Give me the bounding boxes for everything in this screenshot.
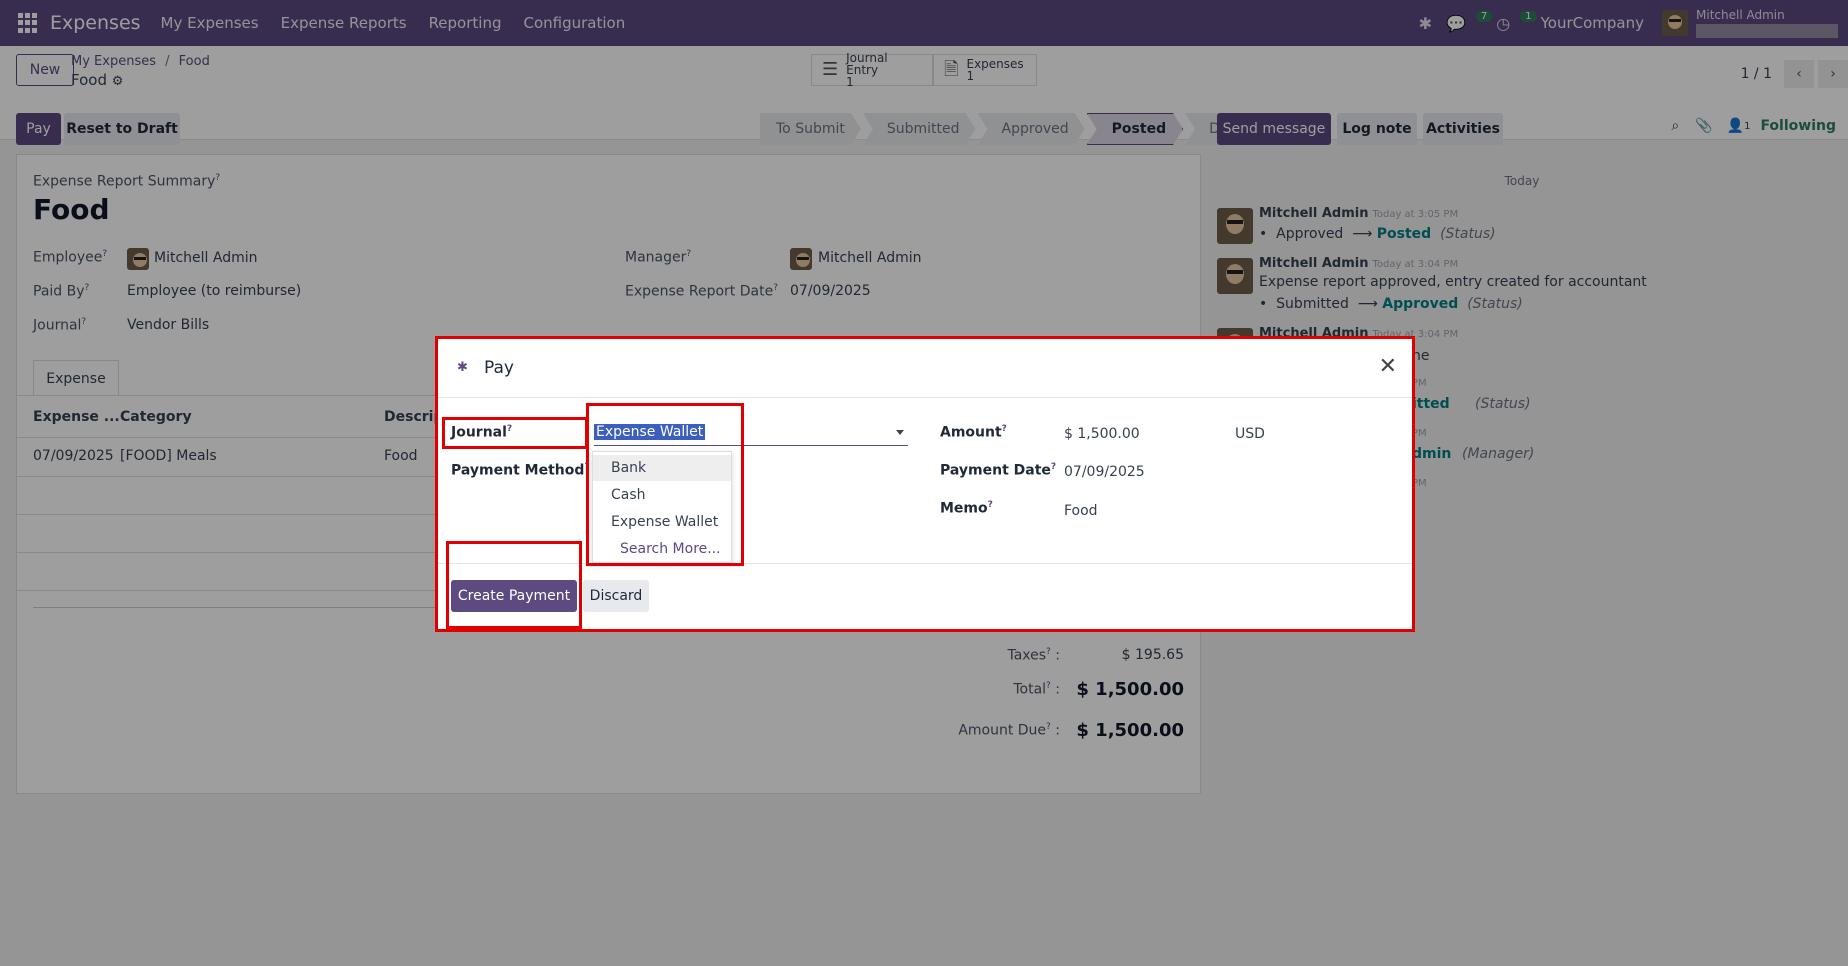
currency-value[interactable]: USD [1235,426,1265,442]
journal-input-value: Expense Wallet [594,424,706,440]
pay-dialog: ✱ Pay ✕ Journal? Expense Wallet Payment … [437,338,1413,629]
amount-label: Amount? [940,424,1007,441]
journal-input[interactable]: Expense Wallet [594,422,908,446]
dialog-header: ✱ Pay ✕ [437,338,1413,398]
chevron-down-icon[interactable] [896,430,904,435]
journal-dropdown: Bank Cash Expense Wallet Search More... [592,451,732,563]
amount-value[interactable]: $ 1,500.00 [1064,426,1140,442]
bug-icon: ✱ [457,360,468,375]
journal-label: Journal? [451,424,513,441]
close-icon[interactable]: ✕ [1379,354,1397,379]
create-payment-button[interactable]: Create Payment [451,580,577,612]
dialog-title: Pay [484,358,514,378]
dropdown-option-bank[interactable]: Bank [593,455,731,481]
payment-date-label: Payment Date? [940,462,1057,479]
dropdown-option-expense-wallet[interactable]: Expense Wallet [593,509,731,535]
dropdown-search-more[interactable]: Search More... [593,536,731,562]
payment-method-label: Payment Method? [451,462,590,479]
dialog-footer: Create Payment Discard [437,563,1413,629]
discard-button[interactable]: Discard [583,580,649,612]
memo-label: Memo? [940,500,993,517]
payment-date-value[interactable]: 07/09/2025 [1064,464,1145,480]
dropdown-option-cash[interactable]: Cash [593,482,731,508]
memo-value[interactable]: Food [1064,503,1098,519]
